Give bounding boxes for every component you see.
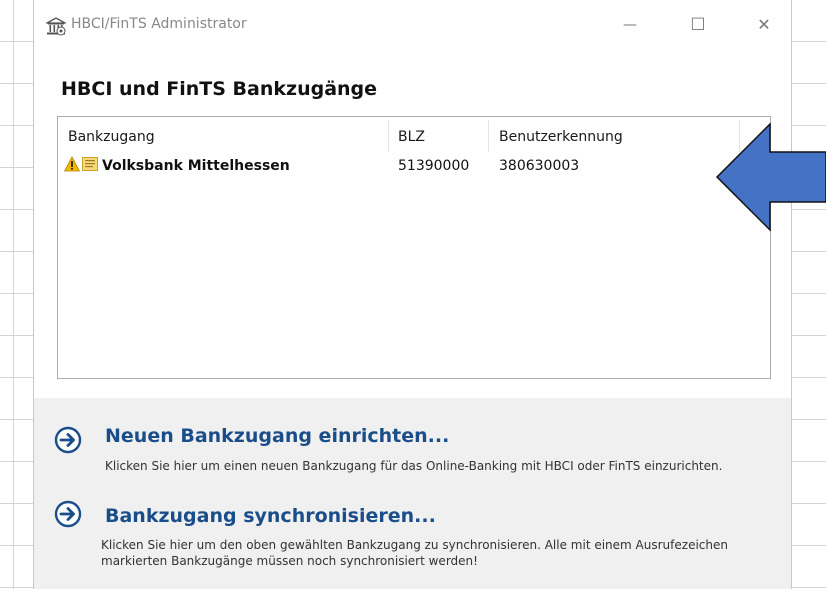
sync-bank-access-link[interactable]: Bankzugang synchronisieren... bbox=[105, 505, 436, 527]
warning-icon bbox=[64, 156, 80, 172]
maximize-button[interactable]: ☐ bbox=[684, 12, 712, 38]
window-title: HBCI/FinTS Administrator bbox=[71, 16, 247, 32]
new-bank-access-description: Klicken Sie hier um einen neuen Bankzuga… bbox=[105, 459, 723, 473]
column-header-benutzerkennung[interactable]: Benutzerkennung bbox=[499, 129, 623, 145]
arrow-right-circle-icon[interactable] bbox=[54, 426, 82, 454]
document-icon bbox=[82, 157, 98, 171]
sheet-gridline bbox=[13, 0, 14, 589]
page-title: HBCI und FinTS Bankzugänge bbox=[61, 78, 378, 100]
bank-icon bbox=[46, 17, 66, 36]
blz-cell: 51390000 bbox=[398, 158, 470, 174]
minimize-button[interactable]: — bbox=[616, 12, 644, 38]
user-id-cell: 380630003 bbox=[499, 158, 580, 174]
title-bar: HBCI/FinTS Administrator — ☐ ✕ bbox=[34, 0, 791, 50]
actions-panel: Neuen Bankzugang einrichten... Klicken S… bbox=[34, 398, 791, 589]
callout-arrow-icon bbox=[715, 122, 826, 232]
maximize-icon: ☐ bbox=[690, 15, 706, 35]
arrow-right-circle-icon[interactable] bbox=[54, 500, 82, 528]
close-icon: ✕ bbox=[757, 15, 771, 34]
column-header-blz[interactable]: BLZ bbox=[398, 129, 425, 145]
bank-access-list[interactable]: Bankzugang BLZ Benutzerkennung Volksbank… bbox=[57, 116, 771, 379]
bank-name-cell: Volksbank Mittelhessen bbox=[102, 158, 290, 174]
app-window: HBCI/FinTS Administrator — ☐ ✕ HBCI und … bbox=[33, 0, 792, 589]
close-button[interactable]: ✕ bbox=[750, 12, 778, 38]
column-header-bankzugang[interactable]: Bankzugang bbox=[68, 129, 155, 145]
sync-bank-access-description: Klicken Sie hier um den oben gewählten B… bbox=[101, 538, 728, 568]
column-separator[interactable] bbox=[488, 120, 489, 152]
new-bank-access-link[interactable]: Neuen Bankzugang einrichten... bbox=[105, 425, 449, 447]
minimize-icon: — bbox=[623, 17, 637, 33]
column-separator[interactable] bbox=[388, 120, 389, 152]
